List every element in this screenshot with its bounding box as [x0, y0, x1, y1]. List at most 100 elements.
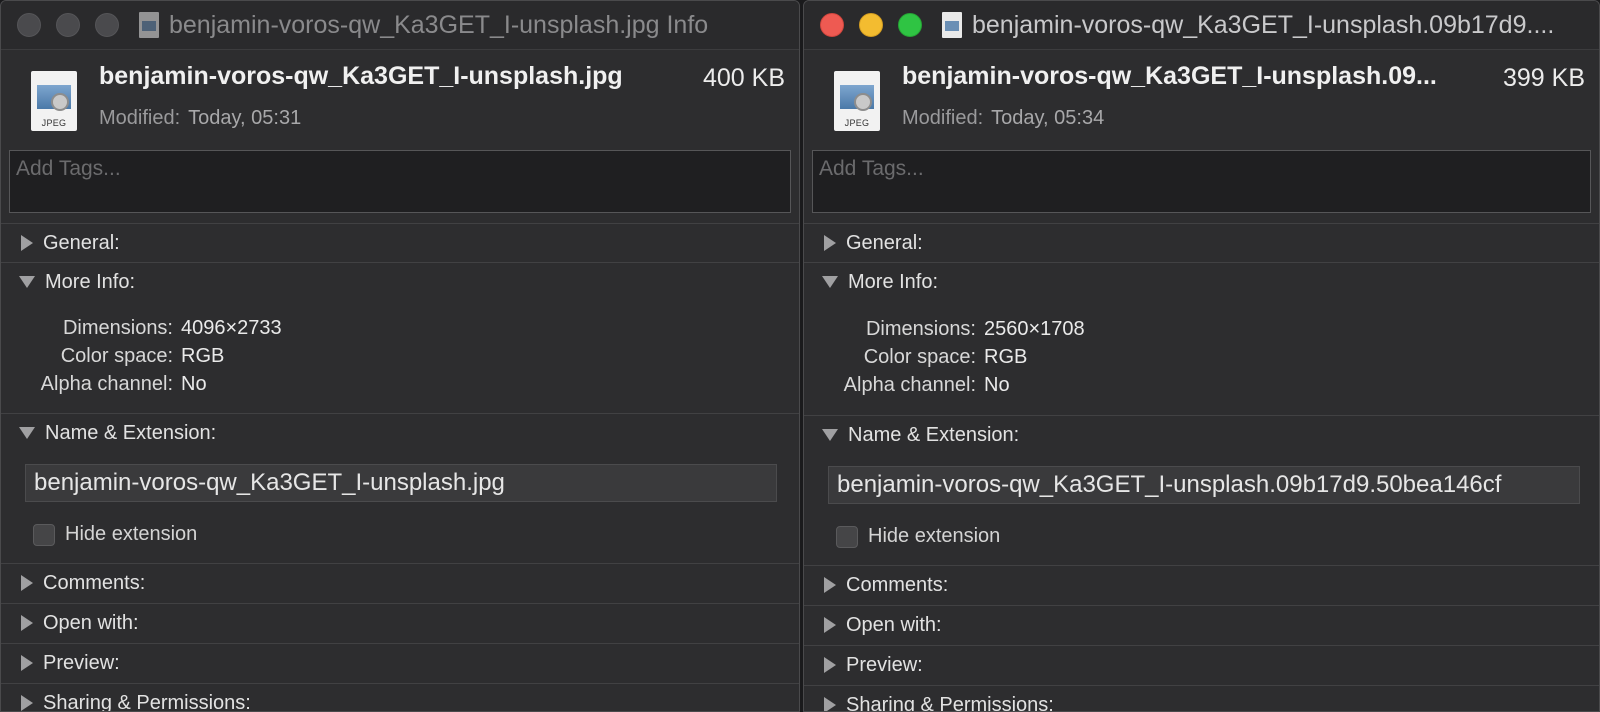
section-general-toggle[interactable]: General: [804, 224, 1599, 262]
modified-info: Modified: Today, 05:34 [902, 107, 1104, 130]
dimensions-row: Dimensions: 2560×1708 [804, 315, 1144, 343]
dimensions-label: Dimensions: [62, 316, 173, 339]
info-window-left: benjamin-voros-qw_Ka3GET_I-unsplash.jpg … [0, 0, 800, 712]
section-open-with: Open with: [804, 605, 1599, 644]
color-space-label: Color space: [863, 345, 976, 368]
close-button[interactable] [820, 13, 844, 37]
tags-input[interactable]: Add Tags... [812, 150, 1591, 213]
window-controls [17, 13, 119, 37]
section-sharing-toggle[interactable]: Sharing & Permissions: [804, 686, 1599, 712]
section-name-extension-toggle[interactable]: Name & Extension: [1, 414, 799, 452]
modified-value: Today, 05:31 [188, 107, 302, 129]
section-name-extension-toggle[interactable]: Name & Extension: [804, 416, 1599, 454]
section-comments-toggle[interactable]: Comments: [804, 566, 1599, 604]
alpha-channel-value: No [984, 373, 1010, 396]
file-header: JPEG benjamin-voros-qw_Ka3GET_I-unsplash… [1, 50, 799, 146]
section-open-with-toggle[interactable]: Open with: [804, 606, 1599, 644]
section-open-with: Open with: [1, 603, 799, 642]
disclosure-triangle-collapsed-icon [824, 657, 836, 673]
section-name-extension-label: Name & Extension: [848, 423, 1020, 446]
document-icon [942, 12, 962, 38]
file-size: 399 KB [1502, 64, 1585, 92]
section-general-toggle[interactable]: General: [1, 224, 799, 262]
window-controls [820, 13, 922, 37]
title-bar[interactable]: benjamin-voros-qw_Ka3GET_I-unsplash.jpg … [1, 1, 799, 50]
hide-extension-label: Hide extension [65, 523, 198, 545]
jpeg-file-icon: JPEG [31, 71, 77, 131]
section-sharing-label: Sharing & Permissions: [43, 691, 251, 712]
color-space-row: Color space: RGB [1, 342, 341, 370]
section-preview-toggle[interactable]: Preview: [804, 646, 1599, 684]
section-more-info-label: More Info: [45, 270, 136, 293]
tags-input[interactable]: Add Tags... [9, 150, 791, 213]
section-name-extension: Name & Extension: [1, 413, 799, 452]
hide-extension-label: Hide extension [868, 525, 1001, 547]
dimensions-label: Dimensions: [865, 317, 976, 340]
window-title: benjamin-voros-qw_Ka3GET_I-unsplash.09b1… [972, 10, 1555, 39]
section-name-extension-label: Name & Extension: [45, 421, 217, 444]
document-icon [139, 12, 159, 38]
hide-extension-checkbox[interactable] [33, 523, 55, 546]
close-button[interactable] [17, 13, 41, 37]
section-sharing: Sharing & Permissions: [804, 685, 1599, 712]
file-icon-ext: JPEG [844, 118, 870, 128]
file-name: benjamin-voros-qw_Ka3GET_I-unsplash.jpg [99, 62, 623, 90]
section-sharing: Sharing & Permissions: [1, 683, 799, 712]
window-title-group: benjamin-voros-qw_Ka3GET_I-unsplash.09b1… [942, 11, 1554, 40]
section-sharing-label: Sharing & Permissions: [846, 693, 1054, 712]
title-bar[interactable]: benjamin-voros-qw_Ka3GET_I-unsplash.09b1… [804, 1, 1599, 50]
color-space-value: RGB [984, 345, 1028, 368]
section-preview: Preview: [1, 643, 799, 682]
section-sharing-toggle[interactable]: Sharing & Permissions: [1, 684, 799, 712]
info-window-right: benjamin-voros-qw_Ka3GET_I-unsplash.09b1… [803, 0, 1600, 712]
section-name-extension: Name & Extension: [804, 415, 1599, 454]
minimize-button[interactable] [56, 13, 80, 37]
file-name: benjamin-voros-qw_Ka3GET_I-unsplash.09..… [902, 62, 1437, 90]
dimensions-row: Dimensions: 4096×2733 [1, 314, 341, 342]
color-space-label: Color space: [60, 344, 173, 367]
jpeg-file-icon: JPEG [834, 71, 880, 131]
section-preview-label: Preview: [846, 653, 923, 676]
disclosure-triangle-expanded-icon [19, 276, 35, 288]
section-open-with-label: Open with: [846, 613, 942, 636]
dimensions-value: 4096×2733 [181, 316, 282, 339]
minimize-button[interactable] [859, 13, 883, 37]
name-extension-field[interactable]: benjamin-voros-qw_Ka3GET_I-unsplash.jpg [25, 464, 777, 502]
color-space-value: RGB [181, 344, 225, 367]
color-space-row: Color space: RGB [804, 343, 1144, 371]
section-more-info-toggle[interactable]: More Info: [804, 263, 1599, 301]
disclosure-triangle-collapsed-icon [21, 695, 33, 711]
disclosure-triangle-collapsed-icon [824, 235, 836, 251]
disclosure-triangle-collapsed-icon [824, 697, 836, 711]
section-comments-label: Comments: [846, 573, 949, 596]
disclosure-triangle-expanded-icon [19, 427, 35, 439]
modified-label: Modified: [902, 107, 984, 129]
modified-value: Today, 05:34 [991, 107, 1105, 129]
hide-extension-option: Hide extension [33, 523, 197, 546]
hide-extension-checkbox[interactable] [836, 525, 858, 548]
disclosure-triangle-expanded-icon [822, 429, 838, 441]
disclosure-triangle-collapsed-icon [824, 577, 836, 593]
zoom-button[interactable] [95, 13, 119, 37]
window-title-group: benjamin-voros-qw_Ka3GET_I-unsplash.jpg … [139, 11, 708, 40]
section-general-label: General: [43, 231, 120, 254]
disclosure-triangle-collapsed-icon [21, 575, 33, 591]
alpha-channel-value: No [181, 372, 207, 395]
section-more-info: More Info: [804, 262, 1599, 301]
disclosure-triangle-expanded-icon [822, 276, 838, 288]
alpha-channel-row: Alpha channel: No [804, 371, 1144, 399]
zoom-button[interactable] [898, 13, 922, 37]
file-size: 400 KB [702, 64, 785, 92]
section-comments-toggle[interactable]: Comments: [1, 564, 799, 602]
disclosure-triangle-collapsed-icon [824, 617, 836, 633]
disclosure-triangle-collapsed-icon [21, 235, 33, 251]
section-preview-toggle[interactable]: Preview: [1, 644, 799, 682]
section-more-info-toggle[interactable]: More Info: [1, 263, 799, 301]
dimensions-value: 2560×1708 [984, 317, 1085, 340]
file-header: JPEG benjamin-voros-qw_Ka3GET_I-unsplash… [804, 50, 1599, 146]
name-extension-field[interactable]: benjamin-voros-qw_Ka3GET_I-unsplash.09b1… [828, 466, 1580, 504]
section-open-with-toggle[interactable]: Open with: [1, 604, 799, 642]
section-open-with-label: Open with: [43, 611, 139, 634]
hide-extension-option: Hide extension [836, 525, 1000, 548]
section-general: General: [1, 223, 799, 262]
